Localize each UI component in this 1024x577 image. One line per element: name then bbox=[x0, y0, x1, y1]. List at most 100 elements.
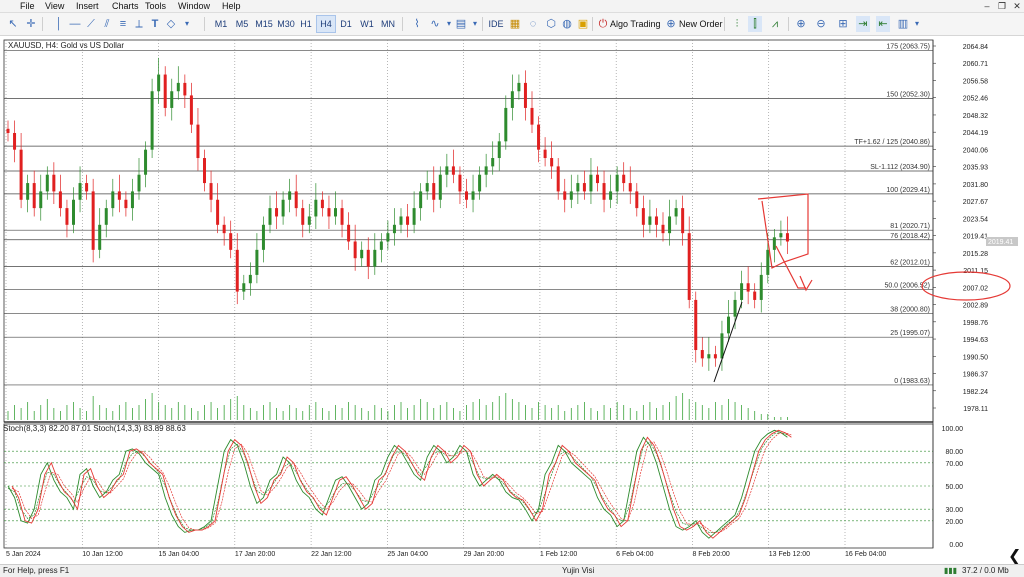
x-tick-label: 8 Feb 20:00 bbox=[692, 551, 729, 558]
toolbar-separator bbox=[402, 17, 403, 31]
tile-windows-icon[interactable]: ⊞ bbox=[836, 16, 850, 32]
line-chart-icon[interactable]: ⩘ bbox=[768, 16, 782, 32]
candlestick-icon[interactable]: ⫿ bbox=[748, 16, 762, 32]
candle-body bbox=[150, 91, 154, 150]
candle-body bbox=[6, 128, 10, 133]
chart-type-icon[interactable]: ⌇ bbox=[410, 16, 424, 32]
candle-body bbox=[530, 107, 534, 125]
toolbar-separator bbox=[788, 17, 789, 31]
autoscroll-icon[interactable]: ⇥ bbox=[856, 16, 870, 32]
candle-body bbox=[602, 183, 606, 200]
tf-m1[interactable]: M1 bbox=[212, 16, 230, 32]
fib-level-label: 100 (2029.41) bbox=[886, 187, 930, 194]
candle-body bbox=[523, 82, 527, 108]
stoch-tick-label: 30.00 bbox=[945, 507, 963, 514]
tester-icon[interactable]: ⬡ bbox=[544, 16, 558, 32]
chart-window[interactable]: 175 (2063.75) 150 (2052.30) TF+1.62 / 125 … bbox=[0, 36, 1024, 566]
templates-icon[interactable]: ▤ bbox=[454, 16, 468, 32]
menu-tools[interactable]: Tools bbox=[145, 0, 166, 12]
price-tick-label: 2002.89 bbox=[963, 303, 988, 310]
minimize-icon[interactable]: – bbox=[980, 0, 994, 12]
tf-m15[interactable]: M15 bbox=[254, 16, 274, 32]
candle-body bbox=[216, 199, 220, 225]
zoom-in-icon[interactable]: ⊕ bbox=[794, 16, 808, 32]
candle-body bbox=[406, 216, 410, 225]
zoom-out-icon[interactable]: ⊖ bbox=[814, 16, 828, 32]
fib-level-label: 25 (1995.07) bbox=[890, 330, 930, 337]
candle-body bbox=[707, 354, 711, 359]
new-order-button[interactable]: New Order bbox=[679, 16, 723, 32]
tf-m5[interactable]: M5 bbox=[233, 16, 251, 32]
candle-body bbox=[163, 74, 167, 108]
price-chart[interactable]: 175 (2063.75) 150 (2052.30) TF+1.62 / 125 … bbox=[0, 36, 1024, 564]
candle-body bbox=[13, 132, 17, 150]
fib-level-label: 150 (2052.30) bbox=[886, 91, 930, 98]
script-icon[interactable]: ▦ bbox=[508, 16, 522, 32]
menu-charts[interactable]: Charts bbox=[112, 0, 139, 12]
tf-h4[interactable]: H4 bbox=[316, 15, 336, 33]
chevron-down-icon[interactable]: ▾ bbox=[910, 16, 924, 32]
signals-icon[interactable]: ◍ bbox=[560, 16, 574, 32]
grid-icon[interactable]: ▥ bbox=[896, 16, 910, 32]
candle-body bbox=[91, 191, 95, 250]
text-icon[interactable]: T bbox=[148, 16, 162, 32]
price-tick-label: 2052.46 bbox=[963, 96, 988, 103]
tf-m30[interactable]: M30 bbox=[276, 16, 296, 32]
indicators-icon[interactable]: ∿ bbox=[428, 16, 442, 32]
experts-icon[interactable]: ◌ bbox=[526, 16, 540, 32]
price-tick-label: 2027.67 bbox=[963, 199, 988, 206]
chart-shift-icon[interactable]: ⇤ bbox=[876, 16, 890, 32]
fib-level-label: TF+1.62 / 125 (2040.86) bbox=[854, 139, 930, 146]
candle-body bbox=[497, 141, 501, 159]
menu-view[interactable]: View bbox=[45, 0, 64, 12]
bar-chart-icon[interactable]: ⫶ bbox=[730, 16, 744, 32]
candle-body bbox=[130, 191, 134, 209]
candle-body bbox=[478, 174, 482, 192]
close-icon[interactable]: ✕ bbox=[1010, 0, 1024, 12]
channel-icon[interactable]: ⫽ bbox=[100, 16, 114, 32]
cursor-icon[interactable]: ↖ bbox=[6, 16, 20, 32]
algo-trading-icon[interactable]: ⏻ bbox=[596, 16, 610, 32]
chevron-down-icon[interactable]: ▾ bbox=[180, 16, 194, 32]
scroll-right-icon[interactable]: ❮ bbox=[1008, 546, 1021, 566]
algo-trading-button[interactable]: Algo Trading bbox=[610, 16, 661, 32]
tf-mn[interactable]: MN bbox=[378, 16, 398, 32]
ide-button[interactable]: IDE bbox=[488, 16, 504, 32]
shapes-icon[interactable]: ◇ bbox=[164, 16, 178, 32]
restore-icon[interactable]: ❐ bbox=[995, 0, 1009, 12]
menu-insert[interactable]: Insert bbox=[76, 0, 99, 12]
new-order-icon[interactable]: ⊕ bbox=[664, 16, 678, 32]
status-bar: For Help, press F1 Yujin Visi ▮▮▮ 37.2 /… bbox=[0, 564, 1024, 577]
tf-h1[interactable]: H1 bbox=[297, 16, 315, 32]
tf-d1[interactable]: D1 bbox=[337, 16, 355, 32]
candle-body bbox=[399, 216, 403, 225]
candle-body bbox=[85, 183, 89, 192]
fib-level-label: 62 (2012.01) bbox=[890, 260, 930, 267]
candle-body bbox=[451, 166, 455, 175]
menu-window[interactable]: Window bbox=[178, 0, 210, 12]
candle-body bbox=[288, 191, 292, 200]
fibonacci-icon[interactable]: ≡ bbox=[116, 16, 130, 32]
vertical-line-icon[interactable]: │ bbox=[52, 16, 66, 32]
trendline-icon[interactable]: ⟋ bbox=[84, 16, 98, 32]
candle-body bbox=[32, 183, 36, 209]
candle-body bbox=[229, 233, 233, 250]
pitchfork-icon[interactable]: ⟂ bbox=[132, 16, 146, 32]
market-icon[interactable]: ▣ bbox=[576, 16, 590, 32]
candle-body bbox=[491, 158, 495, 167]
horizontal-line-icon[interactable]: — bbox=[68, 16, 82, 32]
x-tick-label: 22 Jan 12:00 bbox=[311, 551, 352, 558]
candle-body bbox=[589, 174, 593, 192]
candle-body bbox=[248, 274, 252, 284]
fib-level-label: 81 (2020.71) bbox=[890, 223, 930, 230]
menu-help[interactable]: Help bbox=[222, 0, 241, 12]
toolbar-separator bbox=[482, 17, 483, 31]
menu-file[interactable]: File bbox=[20, 0, 35, 12]
chevron-down-icon[interactable]: ▾ bbox=[468, 16, 482, 32]
x-tick-label: 15 Jan 04:00 bbox=[159, 551, 200, 558]
tf-w1[interactable]: W1 bbox=[358, 16, 376, 32]
crosshair-icon[interactable]: ✛ bbox=[24, 16, 38, 32]
candle-body bbox=[550, 158, 554, 167]
candle-body bbox=[641, 208, 645, 225]
candle-body bbox=[261, 224, 265, 250]
